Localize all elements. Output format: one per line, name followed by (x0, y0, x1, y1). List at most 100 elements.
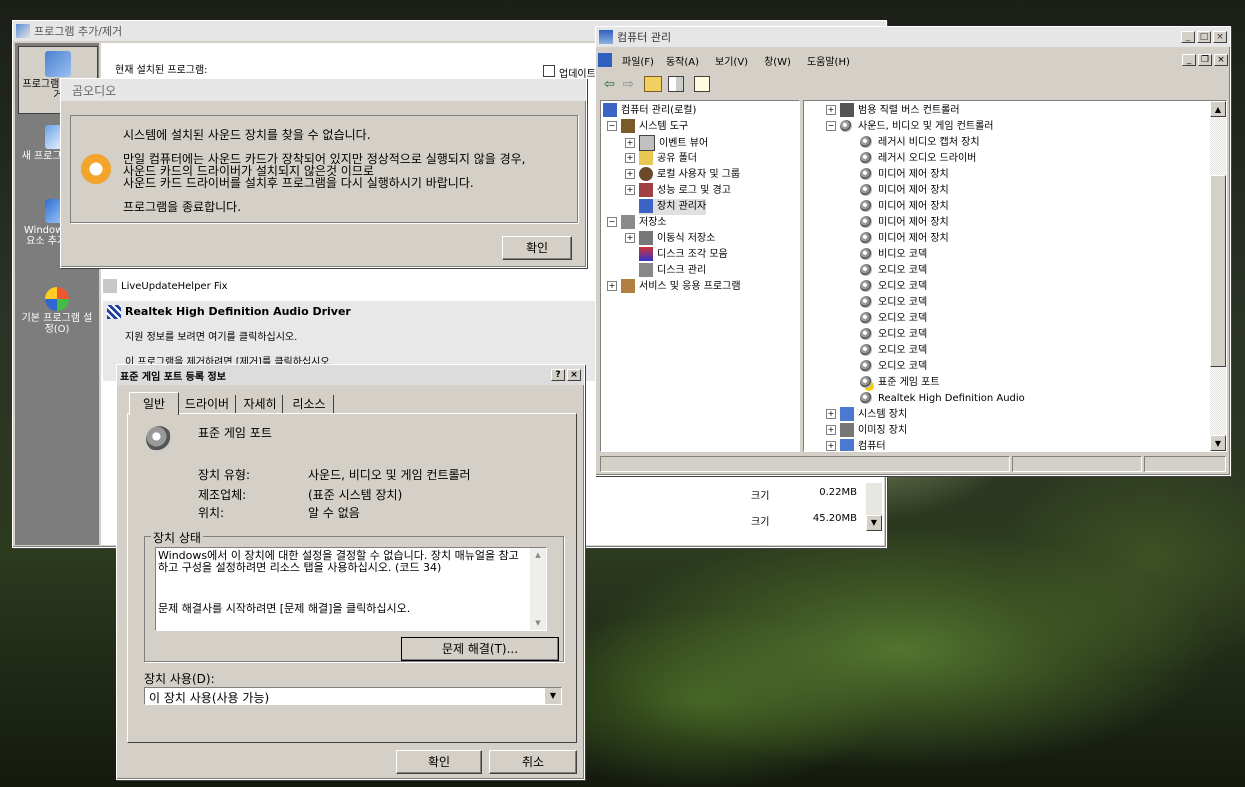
help-icon[interactable]: ? (551, 369, 565, 381)
device-item[interactable]: 오디오 코덱 (860, 311, 927, 327)
collapse-icon[interactable]: − (607, 217, 617, 227)
tree-item-computer-management[interactable]: 컴퓨터 관리(로컬) (603, 103, 696, 119)
tab-resources[interactable]: 리소스 (285, 395, 334, 413)
tree-item-system-tools[interactable]: − 시스템 도구 (607, 119, 688, 135)
ok-button[interactable]: 확인 (396, 750, 482, 774)
device-item[interactable]: 오디오 코덱 (860, 295, 927, 311)
expand-icon[interactable]: + (625, 138, 635, 148)
troubleshoot-button[interactable]: 문제 해결(T)... (401, 637, 559, 661)
device-item[interactable]: 오디오 코덱 (860, 343, 927, 359)
device-item[interactable]: 미디어 제어 장치 (860, 215, 949, 231)
device-status-group: 장치 상태 Windows에서 이 장치에 대한 설정을 결정할 수 없습니다.… (144, 529, 564, 662)
properties-titlebar[interactable]: 표준 게임 포트 등록 정보 ? × (117, 365, 584, 385)
scroll-down-arrow-icon[interactable]: ▼ (1210, 435, 1226, 451)
up-folder-icon[interactable] (643, 76, 662, 92)
expand-icon[interactable]: + (625, 185, 635, 195)
tree-item-local-users[interactable]: + 로컬 사용자 및 그룹 (625, 167, 740, 183)
device-status-textbox[interactable]: Windows에서 이 장치에 대한 설정을 결정할 수 없습니다. 장치 매뉴… (155, 547, 547, 631)
gom-audio-titlebar[interactable]: 곰오디오 (61, 79, 586, 101)
menu-help[interactable]: 도움말(H) (807, 53, 850, 68)
show-hide-tree-icon[interactable] (667, 76, 684, 92)
tree-item-storage[interactable]: − 저장소 (607, 215, 667, 231)
properties-icon[interactable] (693, 76, 710, 92)
device-item[interactable]: 미디어 제어 장치 (860, 231, 949, 247)
console-tree-pane[interactable]: 컴퓨터 관리(로컬) − 시스템 도구 + 이벤트 뷰어 + 공유 폴더 + 로컬 사용… (600, 100, 800, 452)
tab-details[interactable]: 자세히 (238, 395, 283, 413)
expand-icon[interactable]: + (607, 281, 617, 291)
device-list-pane[interactable]: + 범용 직렬 버스 컨트롤러 − 사운드, 비디오 및 게임 컨트롤러 레거시 비… (803, 100, 1227, 452)
device-item[interactable]: 오디오 코덱 (860, 359, 927, 375)
compmgmt-titlebar[interactable]: 컴퓨터 관리 _ □ × (596, 27, 1230, 47)
scroll-down-arrow-icon[interactable]: ▼ (530, 616, 546, 630)
back-arrow-icon[interactable]: ⇦ (604, 77, 615, 92)
menu-view[interactable]: 보기(V) (715, 53, 748, 68)
tree-item-services-apps[interactable]: + 서비스 및 응용 프로그램 (607, 279, 741, 295)
device-list-scrollbar[interactable]: ▲ ▼ (1210, 101, 1226, 451)
device-category-imaging[interactable]: + 이미징 장치 (826, 423, 907, 439)
default-programs-icon (45, 287, 69, 311)
menu-action[interactable]: 동작(A) (666, 53, 699, 68)
program-list-scrollbar[interactable]: ▼ (866, 483, 882, 531)
gom-ok-button[interactable]: 확인 (502, 236, 572, 260)
device-item[interactable]: 오디오 코덱 (860, 327, 927, 343)
device-item-realtek[interactable]: Realtek High Definition Audio (860, 391, 1025, 407)
device-item[interactable]: 오디오 코덱 (860, 279, 927, 295)
device-item-game-port[interactable]: 표준 게임 포트 (860, 375, 940, 391)
scroll-down-arrow-icon[interactable]: ▼ (866, 515, 882, 531)
show-updates-checkbox[interactable] (543, 65, 555, 77)
scroll-up-arrow-icon[interactable]: ▲ (530, 548, 546, 562)
expand-icon[interactable]: + (826, 425, 836, 435)
tree-item-shared-folders[interactable]: + 공유 폴더 (625, 151, 697, 167)
collapse-icon[interactable]: − (826, 121, 836, 131)
device-item[interactable]: 미디어 제어 장치 (860, 199, 949, 215)
device-item[interactable]: 비디오 코덱 (860, 247, 927, 263)
close-icon[interactable]: × (1213, 31, 1227, 43)
scroll-up-arrow-icon[interactable]: ▲ (1210, 101, 1226, 117)
cancel-button[interactable]: 취소 (489, 750, 577, 774)
device-category-usb[interactable]: + 범용 직렬 버스 컨트롤러 (826, 103, 960, 119)
minimize-icon[interactable]: _ (1181, 31, 1195, 43)
child-close-icon[interactable]: × (1214, 54, 1228, 66)
expand-icon[interactable]: + (625, 153, 635, 163)
support-info-link[interactable]: 지원 정보를 보려면 여기를 클릭하십시오. (125, 328, 297, 343)
program-list-item[interactable]: LiveUpdateHelper Fix (103, 279, 593, 295)
child-minimize-icon[interactable]: _ (1182, 54, 1196, 66)
collapse-icon[interactable]: − (607, 121, 617, 131)
menu-window[interactable]: 창(W) (764, 53, 791, 68)
device-category-sound[interactable]: − 사운드, 비디오 및 게임 컨트롤러 (826, 119, 994, 135)
expand-icon[interactable]: + (826, 409, 836, 419)
device-usage-select[interactable]: 이 장치 사용(사용 가능) ▼ (144, 687, 562, 705)
menu-file[interactable]: 파일(F) (622, 53, 654, 68)
device-category-system[interactable]: + 시스템 장치 (826, 407, 907, 423)
device-item[interactable]: 레거시 오디오 드라이버 (860, 151, 976, 167)
dropdown-arrow-icon[interactable]: ▼ (545, 688, 561, 704)
expand-icon[interactable]: + (826, 105, 836, 115)
expand-icon[interactable]: + (625, 169, 635, 179)
tree-item-disk-management[interactable]: 디스크 관리 (639, 263, 706, 279)
speaker-icon (860, 312, 872, 324)
status-scrollbar[interactable]: ▲ ▼ (530, 548, 546, 630)
tree-item-removable-storage[interactable]: + 이동식 저장소 (625, 231, 715, 247)
tab-driver[interactable]: 드라이버 (179, 395, 236, 413)
child-restore-icon[interactable]: ❐ (1198, 54, 1212, 66)
device-item[interactable]: 미디어 제어 장치 (860, 183, 949, 199)
close-icon[interactable]: × (567, 369, 581, 381)
device-item[interactable]: 오디오 코덱 (860, 263, 927, 279)
tree-item-defrag[interactable]: 디스크 조각 모음 (639, 247, 728, 263)
tree-item-performance-logs[interactable]: + 성능 로그 및 경고 (625, 183, 731, 199)
scroll-thumb[interactable] (1210, 175, 1226, 367)
expand-icon[interactable]: + (625, 233, 635, 243)
tree-item-event-viewer[interactable]: + 이벤트 뷰어 (625, 135, 708, 151)
maximize-icon[interactable]: □ (1197, 31, 1211, 43)
tab-general[interactable]: 일반 (129, 392, 179, 415)
forward-arrow-icon[interactable]: ⇨ (623, 77, 634, 92)
sidebar-item-default-programs[interactable]: 기본 프로그램 설정(O) (18, 283, 96, 353)
device-category-computer[interactable]: + 컴퓨터 (826, 439, 886, 451)
device-item[interactable]: 레거시 비디오 캡처 장치 (860, 135, 980, 151)
expand-icon[interactable]: + (826, 441, 836, 451)
tree-item-device-manager[interactable]: 장치 관리자 (639, 199, 707, 215)
speaker-icon (840, 120, 852, 132)
size-value: 0.22MB (819, 487, 857, 498)
device-item[interactable]: 미디어 제어 장치 (860, 167, 949, 183)
tab-panel: 표준 게임 포트 장치 유형: 사운드, 비디오 및 게임 컨트롤러 제조업체:… (127, 413, 577, 743)
